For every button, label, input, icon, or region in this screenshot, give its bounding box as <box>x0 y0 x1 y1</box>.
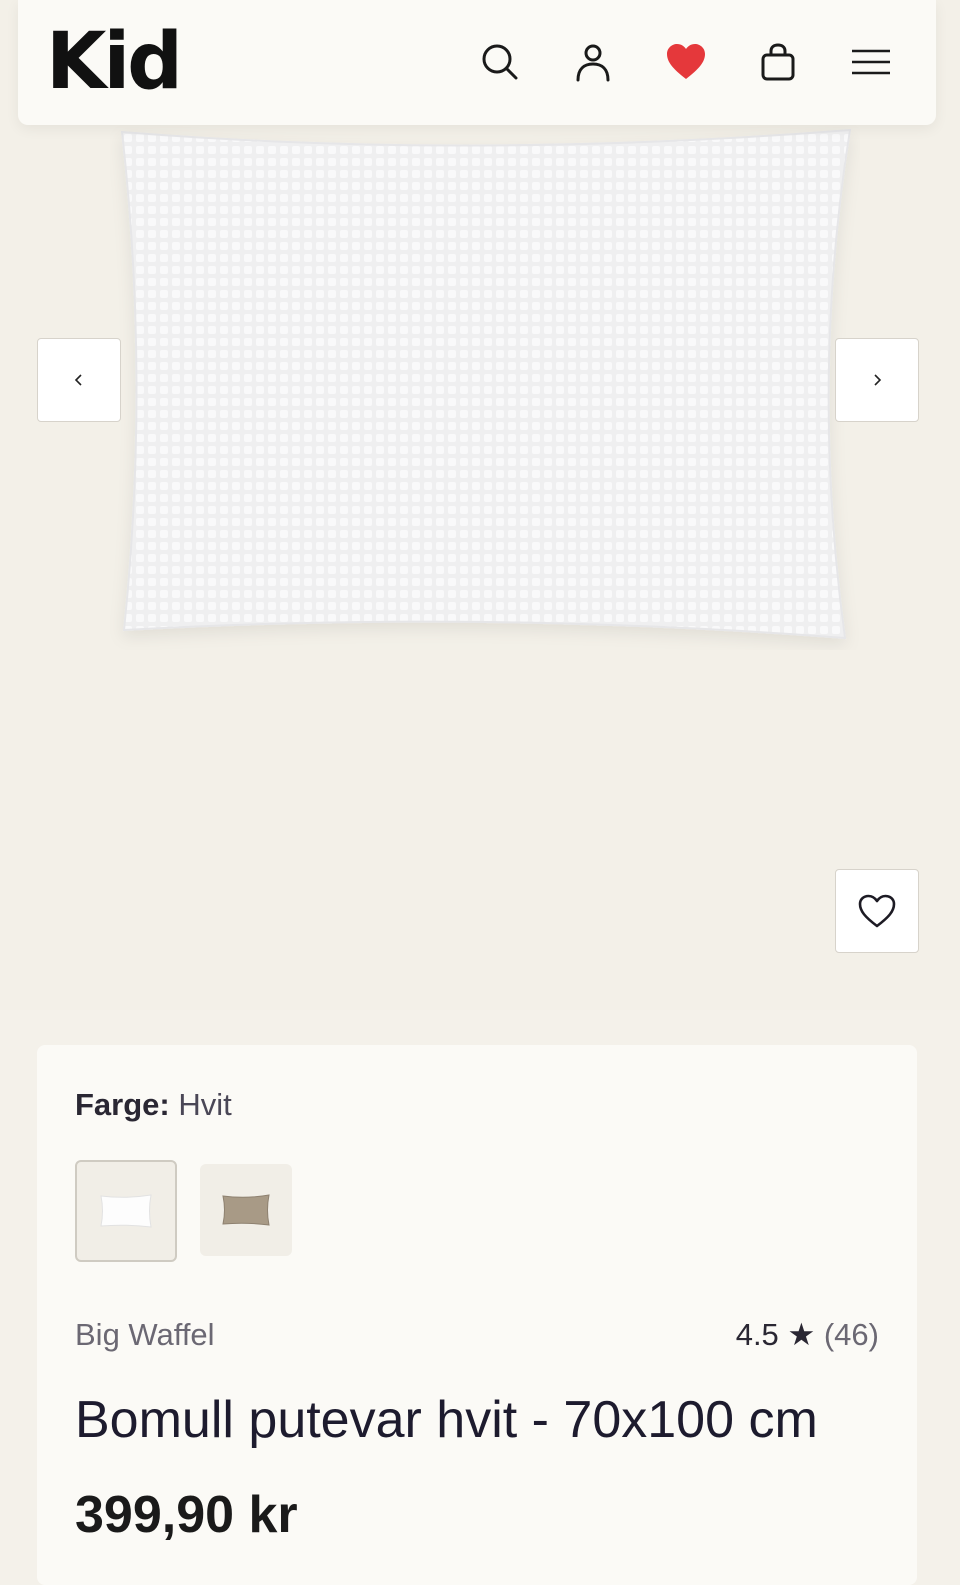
site-header: Kid <box>18 0 936 125</box>
rating-value: 4.5 <box>735 1317 779 1352</box>
account-button[interactable] <box>569 38 617 86</box>
add-to-wishlist-button[interactable] <box>835 869 919 953</box>
star-icon: ★ <box>787 1317 816 1352</box>
product-price: 399,90 kr <box>75 1486 298 1544</box>
cart-button[interactable] <box>754 38 802 86</box>
product-rating[interactable]: 4.5 ★ (46) <box>736 1317 879 1353</box>
menu-button[interactable] <box>847 38 895 86</box>
chevron-right-icon <box>874 374 882 386</box>
product-image-gallery <box>0 0 960 1010</box>
heart-outline-icon <box>858 894 896 928</box>
product-title: Bomull putevar hvit - 70x100 cm <box>75 1391 818 1449</box>
color-value: Hvit <box>178 1087 232 1122</box>
heart-filled-icon <box>667 44 705 79</box>
product-image <box>110 120 860 650</box>
color-label: Farge: <box>75 1087 170 1122</box>
menu-icon <box>852 49 890 75</box>
user-icon <box>576 44 610 82</box>
logo[interactable]: Kid <box>46 18 183 106</box>
search-icon <box>482 44 518 80</box>
shopping-bag-icon <box>761 43 795 81</box>
color-swatch-beige[interactable] <box>200 1164 292 1256</box>
color-selection-label: Farge: Hvit <box>75 1087 232 1123</box>
white-pillow-thumbnail <box>100 1194 152 1228</box>
previous-image-button[interactable] <box>37 338 121 422</box>
chevron-left-icon <box>74 374 82 386</box>
brand-name[interactable]: Big Waffel <box>75 1317 215 1353</box>
next-image-button[interactable] <box>835 338 919 422</box>
search-button[interactable] <box>476 38 524 86</box>
color-swatch-white[interactable] <box>75 1160 177 1262</box>
beige-pillow-thumbnail <box>222 1194 270 1226</box>
product-info-card: Farge: Hvit Big Waffel 4.5 ★ (46) Bomull… <box>37 1045 917 1585</box>
review-count: (46) <box>823 1317 879 1352</box>
favorites-button[interactable] <box>662 38 710 86</box>
